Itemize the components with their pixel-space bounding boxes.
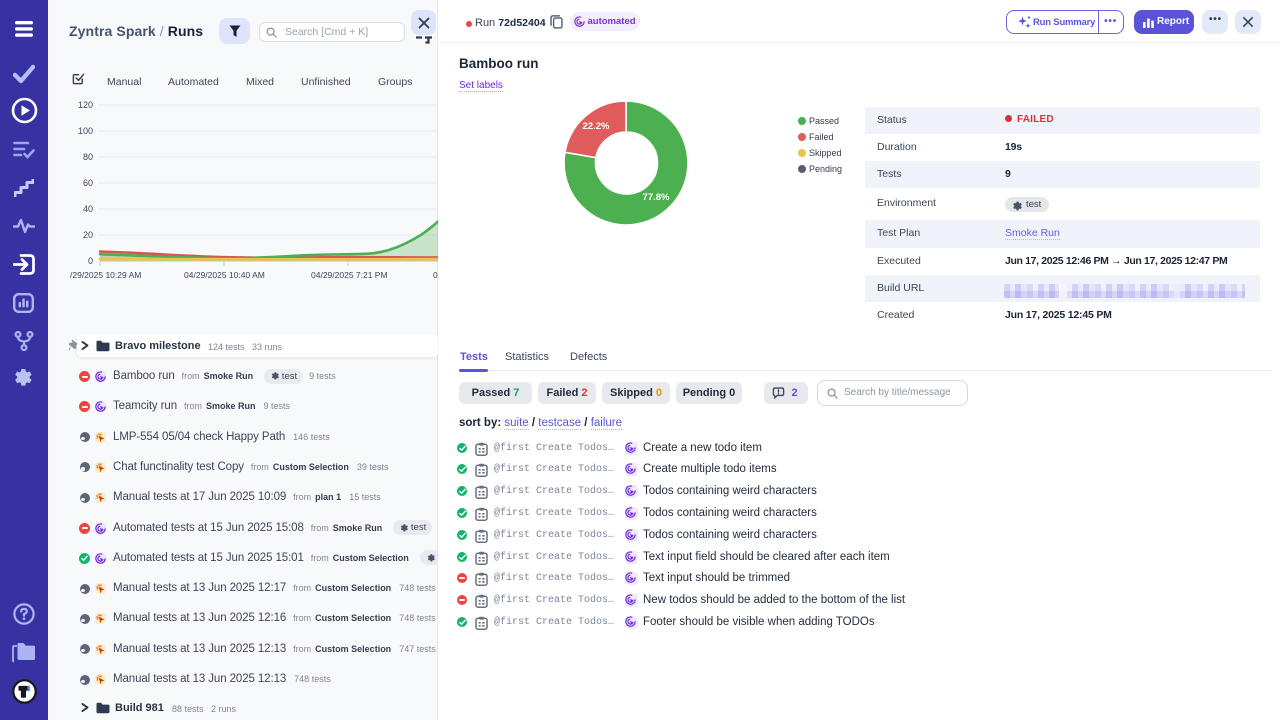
svg-text:0: 0 [88, 256, 93, 266]
svg-text:0: 0 [433, 270, 438, 280]
svg-text:77.8%: 77.8% [643, 192, 670, 203]
svg-text:22.2%: 22.2% [583, 121, 610, 132]
svg-text:/29/2025 10:29 AM: /29/2025 10:29 AM [70, 270, 141, 280]
svg-text:04/29/2025 7:21 PM: 04/29/2025 7:21 PM [311, 270, 388, 280]
svg-text:80: 80 [83, 152, 93, 162]
svg-text:100: 100 [78, 126, 93, 136]
svg-text:20: 20 [83, 230, 93, 240]
svg-text:120: 120 [78, 100, 93, 110]
svg-text:40: 40 [83, 204, 93, 214]
svg-text:04/29/2025 10:40 AM: 04/29/2025 10:40 AM [184, 270, 265, 280]
svg-text:60: 60 [83, 178, 93, 188]
